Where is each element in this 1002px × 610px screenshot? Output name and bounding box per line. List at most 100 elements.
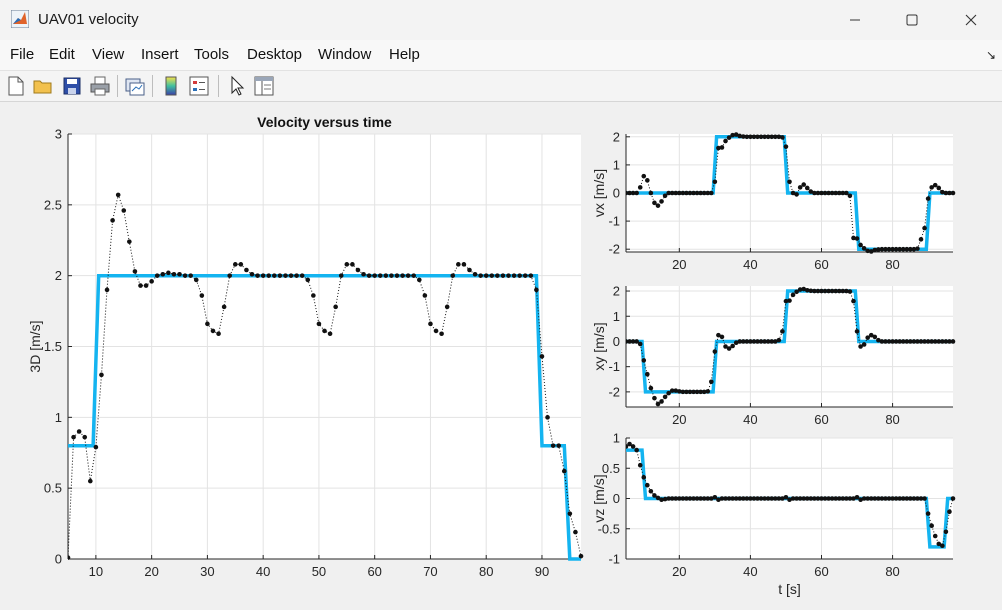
minimize-icon	[850, 19, 860, 21]
y-tick-label: 2.5	[44, 197, 62, 212]
measured-point	[182, 273, 188, 278]
y-tick-label: 0	[613, 186, 620, 201]
close-button[interactable]	[948, 0, 994, 40]
measured-point	[71, 434, 76, 440]
measured-point	[299, 273, 305, 278]
x-tick-label: 80	[885, 257, 899, 272]
measured-point	[648, 385, 654, 391]
measured-point	[506, 273, 511, 278]
measured-point	[915, 246, 920, 251]
measured-point	[801, 182, 807, 187]
open-button[interactable]	[31, 74, 55, 98]
measured-point	[517, 273, 522, 278]
measured-point	[461, 262, 467, 267]
measured-point	[177, 271, 182, 277]
measured-point	[790, 292, 796, 298]
save-icon	[63, 77, 81, 95]
menu-help[interactable]: Help	[389, 46, 420, 63]
measured-point	[205, 321, 210, 327]
print-button[interactable]	[88, 74, 112, 98]
measured-point	[327, 331, 333, 337]
measured-point	[272, 273, 277, 278]
menu-file[interactable]: File	[10, 46, 34, 63]
measured-point	[847, 289, 853, 294]
colorbar-button[interactable]	[159, 74, 183, 98]
y-tick-label: 2	[55, 268, 62, 283]
open-icon	[33, 80, 52, 94]
measured-point	[567, 511, 573, 516]
legend-button[interactable]	[187, 74, 211, 98]
measured-point	[366, 273, 372, 278]
measured-point	[260, 273, 266, 278]
y-axis-label: 3D [m/s]	[27, 320, 43, 372]
measured-point	[929, 523, 934, 529]
measured-point	[305, 277, 311, 283]
menu-desktop[interactable]: Desktop	[247, 46, 302, 63]
y-tick-label: -2	[608, 384, 620, 399]
y-tick-label: 1	[613, 157, 620, 172]
measured-point	[372, 273, 377, 278]
measured-point	[472, 271, 478, 277]
menu-edit[interactable]: Edit	[49, 46, 75, 63]
measured-point	[338, 273, 344, 278]
measured-point	[851, 298, 856, 304]
y-tick-label: 0	[613, 491, 620, 506]
measured-point	[918, 237, 924, 242]
y-tick-label: 1.5	[44, 339, 62, 354]
y-tick-label: 2	[613, 129, 620, 144]
pointer-button[interactable]	[225, 74, 249, 98]
measured-point	[922, 225, 927, 231]
menu-tools[interactable]: Tools	[194, 46, 229, 63]
property-inspector-button[interactable]	[252, 74, 276, 98]
measured-point	[783, 144, 789, 149]
measured-point	[227, 273, 233, 278]
dock-figure-icon[interactable]: ↘	[986, 48, 996, 62]
measured-point	[539, 354, 545, 359]
measured-point	[925, 196, 931, 201]
measured-point	[936, 185, 942, 191]
window-titlebar: UAV01 velocity	[0, 0, 1002, 40]
measured-point	[780, 135, 785, 140]
x-tick-label: 40	[256, 564, 270, 579]
x-tick-label: 40	[743, 412, 757, 427]
measured-point	[171, 271, 177, 277]
new-figure-button[interactable]	[4, 74, 28, 98]
measured-point	[872, 334, 878, 340]
measured-point	[652, 395, 657, 401]
axes-vx: 20 40 60 80 -2 -1 0 1 2 vx [m/s]	[591, 129, 956, 272]
measured-point	[637, 341, 643, 347]
measured-point	[132, 269, 138, 274]
measured-point	[712, 179, 718, 185]
save-button[interactable]	[60, 74, 84, 98]
menu-insert[interactable]: Insert	[141, 46, 179, 63]
menu-bar: File Edit View Insert Tools Desktop Wind…	[0, 40, 1002, 71]
measured-point	[93, 444, 99, 450]
measured-point	[534, 287, 539, 293]
x-tick-label: 40	[743, 257, 757, 272]
measured-point	[82, 434, 88, 440]
measured-point	[76, 429, 82, 434]
x-tick-label: 80	[479, 564, 493, 579]
x-tick-label: 50	[312, 564, 326, 579]
link-plot-button[interactable]	[123, 74, 147, 98]
x-tick-label: 40	[743, 564, 757, 579]
measured-point	[154, 273, 160, 278]
maximize-button[interactable]	[889, 0, 935, 40]
measured-point	[238, 262, 244, 267]
measured-point	[400, 273, 405, 278]
measured-point	[804, 185, 810, 191]
measured-point	[283, 273, 288, 278]
measured-point	[467, 267, 472, 273]
measured-point	[637, 462, 643, 468]
menu-window[interactable]: Window	[318, 46, 371, 63]
menu-view[interactable]: View	[92, 46, 124, 63]
x-tick-label: 60	[814, 564, 828, 579]
y-tick-label: 0	[55, 552, 62, 567]
measured-point	[266, 273, 272, 278]
measured-point	[104, 287, 110, 293]
measured-point	[99, 372, 104, 378]
minimize-button[interactable]	[832, 0, 878, 40]
new-figure-icon	[8, 76, 24, 96]
y-tick-label: 3	[55, 127, 62, 142]
measured-point	[787, 179, 792, 185]
